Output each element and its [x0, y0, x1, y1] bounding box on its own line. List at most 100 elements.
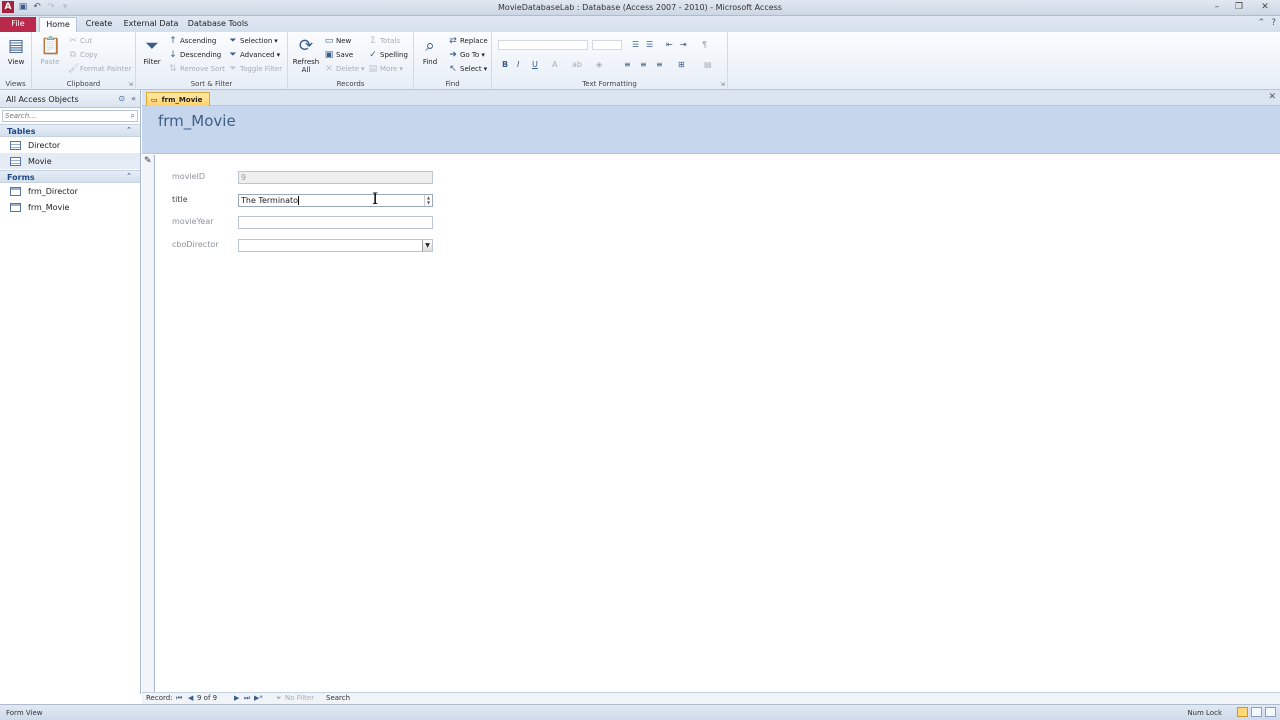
new-record-icon: ▭ [324, 36, 334, 46]
gridlines-icon[interactable]: ⊞ [678, 60, 685, 69]
replace-button[interactable]: ⇄ Replace [448, 36, 487, 46]
maximize-button[interactable]: ❐ [1228, 0, 1250, 15]
cut-button[interactable]: ✂ Cut [68, 36, 92, 46]
nav-item-frm-movie[interactable]: frm_Movie [0, 199, 140, 215]
copy-button[interactable]: ⧉ Copy [68, 50, 98, 60]
remove-sort-button[interactable]: ⇅ Remove Sort [168, 64, 225, 74]
ribbon: ▤ View Views 📋 Paste ✂ Cut ⧉ Copy 🖌 Format … [0, 32, 1280, 90]
numbering-icon[interactable]: ☰ [646, 40, 653, 49]
nav-search-input[interactable] [3, 111, 123, 121]
document-tabs: ▭ frm_Movie ✕ [142, 90, 1280, 106]
tab-home[interactable]: Home [39, 17, 77, 32]
save-record-button[interactable]: ▣ Save [324, 50, 353, 60]
fill-color-icon[interactable]: ◈ [596, 60, 602, 69]
align-right-icon[interactable]: ≡ [656, 60, 663, 69]
advanced-filter-icon: ⏷ [229, 50, 237, 60]
save-icon: ▣ [324, 50, 334, 60]
alternate-row-color-icon[interactable]: ▤ [704, 60, 712, 69]
totals-button[interactable]: Σ Totals [368, 36, 400, 46]
title-field[interactable]: The Terminato ▲ ▼ [238, 194, 433, 207]
align-left-icon[interactable]: ≡ [624, 60, 631, 69]
font-color-icon[interactable]: A [552, 60, 557, 69]
find-button[interactable]: ⌕ Find [418, 36, 442, 66]
cbodirector-combobox[interactable]: ▼ [238, 239, 433, 252]
highlight-icon[interactable]: ab [572, 60, 582, 69]
chevron-down-icon: ▾ [361, 65, 365, 73]
nav-item-frm-director[interactable]: frm_Director [0, 183, 140, 199]
nav-group-forms[interactable]: Forms ⌃ [0, 170, 140, 183]
nav-group-tables[interactable]: Tables ⌃ [0, 124, 140, 137]
tab-create[interactable]: Create [82, 17, 116, 32]
nav-item-movie-table[interactable]: Movie [0, 153, 140, 169]
copy-icon: ⧉ [69, 50, 77, 60]
shutter-bar-close-icon[interactable]: « [131, 94, 136, 103]
nav-item-director-table[interactable]: Director [0, 137, 140, 153]
first-record-icon[interactable]: ⏮ [176, 694, 182, 703]
paste-button[interactable]: 📋 Paste [36, 36, 64, 66]
increase-indent-icon[interactable]: ⇥ [680, 40, 687, 49]
new-record-button[interactable]: ▭ New [324, 36, 352, 46]
previous-record-icon[interactable]: ◀ [188, 694, 193, 702]
decrease-indent-icon[interactable]: ⇤ [666, 40, 673, 49]
font-size-dropdown[interactable] [592, 40, 622, 50]
nav-menu-chevron-icon[interactable]: ⊙ [118, 94, 125, 103]
group-clipboard: 📋 Paste ✂ Cut ⧉ Copy 🖌 Format Painter Clipb… [32, 32, 136, 90]
close-document-icon[interactable]: ✕ [1268, 92, 1276, 102]
group-records: ⟳ Refresh All ▭ New ▣ Save ✕ Delete ▾ Σ Total… [288, 32, 414, 90]
record-search-box[interactable]: Search [326, 694, 350, 702]
form-icon [10, 186, 21, 196]
tab-external-data[interactable]: External Data [122, 17, 180, 32]
record-selector[interactable]: ✎ [142, 155, 155, 693]
bold-button[interactable]: B [502, 60, 508, 69]
ascending-button[interactable]: ↑ Ascending [168, 36, 216, 46]
filter-button[interactable]: ⏷ Filter [140, 36, 164, 66]
bullets-icon[interactable]: ☰ [632, 40, 639, 49]
search-icon[interactable]: ⌕ [131, 111, 135, 121]
font-name-dropdown[interactable] [498, 40, 588, 50]
text-formatting-launcher-icon[interactable]: ⇲ [720, 81, 725, 88]
view-button[interactable]: ▤ View [4, 36, 28, 66]
design-view-icon[interactable] [1265, 707, 1276, 717]
chevron-down-icon: ▾ [276, 51, 281, 59]
scroll-spinner[interactable]: ▲ ▼ [424, 195, 432, 206]
filter-status[interactable]: No Filter [285, 694, 314, 702]
movieid-field[interactable]: 9 [238, 171, 433, 184]
movieyear-field[interactable] [238, 216, 433, 229]
spelling-button[interactable]: ✓ Spelling [368, 50, 408, 60]
last-record-icon[interactable]: ⏭ [244, 694, 250, 703]
align-center-icon[interactable]: ≡ [640, 60, 647, 69]
toggle-filter-button[interactable]: ⏷ Toggle Filter [228, 64, 282, 74]
new-record-nav-icon[interactable]: ▶* [254, 694, 263, 702]
table-icon [10, 140, 21, 150]
paragraph-direction-icon[interactable]: ¶ [702, 40, 707, 49]
more-button[interactable]: ▤ More ▾ [368, 64, 403, 74]
descending-button[interactable]: ↓ Descending [168, 50, 221, 60]
underline-button[interactable]: U [532, 60, 538, 69]
nav-pane-header[interactable]: All Access Objects ⊙ « [0, 90, 140, 108]
form-view-icon[interactable] [1237, 707, 1248, 717]
next-record-icon[interactable]: ▶ [234, 694, 239, 702]
navigation-pane: All Access Objects ⊙ « ⌕ Tables ⌃ Direct… [0, 90, 141, 694]
no-filter-icon: ⏷ [276, 694, 282, 702]
tab-file[interactable]: File [0, 17, 36, 32]
selection-button[interactable]: ⏷ Selection ▾ [228, 36, 277, 46]
minimize-ribbon-icon[interactable]: ⌃ [1258, 18, 1266, 28]
italic-button[interactable]: I [517, 60, 519, 69]
dropdown-arrow-icon[interactable]: ▼ [422, 240, 432, 251]
advanced-button[interactable]: ⏷ Advanced ▾ [228, 50, 280, 60]
close-button[interactable]: ✕ [1250, 0, 1280, 15]
minimize-button[interactable]: – [1206, 0, 1228, 15]
select-button[interactable]: ↖ Select ▾ [448, 64, 487, 74]
layout-view-icon[interactable] [1251, 707, 1262, 717]
record-position[interactable]: 9 of 9 [197, 694, 217, 702]
go-to-button[interactable]: ➜ Go To ▾ [448, 50, 485, 60]
form-icon: ▭ [151, 95, 158, 104]
format-painter-button[interactable]: 🖌 Format Painter [68, 64, 131, 74]
scissors-icon: ✂ [69, 36, 77, 46]
help-icon[interactable]: ? [1271, 18, 1276, 28]
refresh-all-button[interactable]: ⟳ Refresh All [292, 36, 320, 74]
tab-database-tools[interactable]: Database Tools [186, 17, 250, 32]
document-tab-frm-movie[interactable]: ▭ frm_Movie [146, 92, 210, 106]
delete-button[interactable]: ✕ Delete ▾ [324, 64, 365, 74]
clipboard-launcher-icon[interactable]: ⇲ [128, 81, 133, 88]
